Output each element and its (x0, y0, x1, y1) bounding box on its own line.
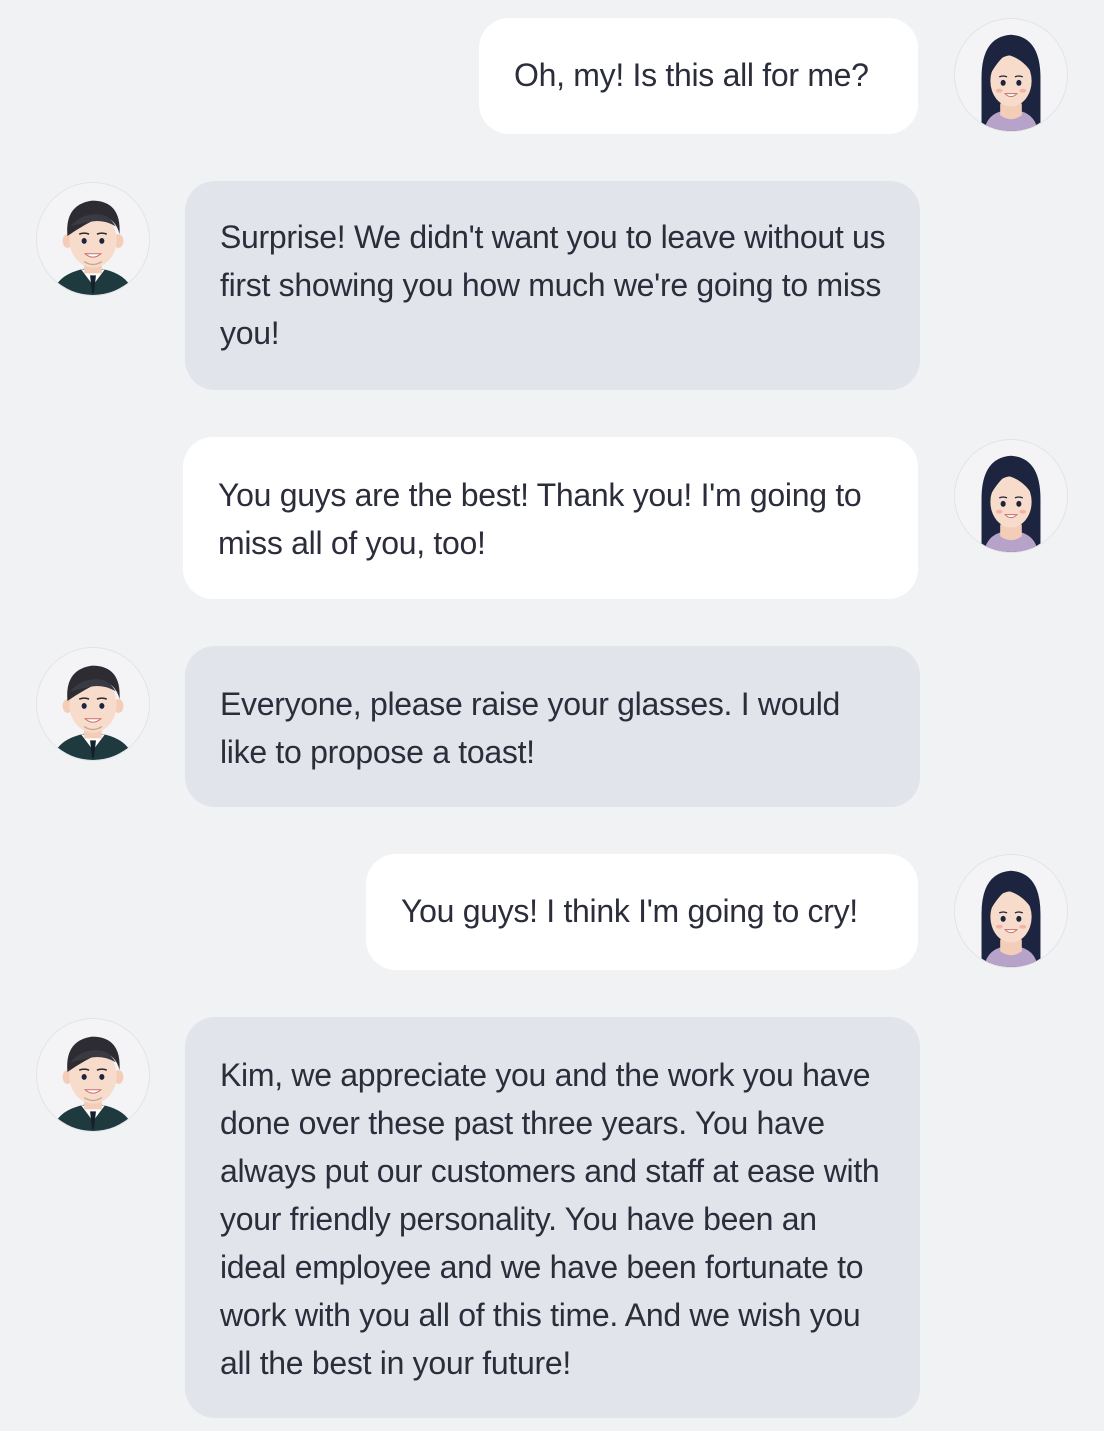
message-text: You guys are the best! Thank you! I'm go… (218, 477, 862, 561)
message-row: You guys! I think I'm going to cry! (0, 854, 1104, 970)
message-bubble-her: You guys! I think I'm going to cry! (366, 854, 918, 970)
message-text: Everyone, please raise your glasses. I w… (220, 686, 841, 770)
message-row: Everyone, please raise your glasses. I w… (0, 645, 1104, 807)
message-bubble-him: Surprise! We didn't want you to leave wi… (185, 181, 920, 390)
message-row: Surprise! We didn't want you to leave wi… (0, 180, 1104, 390)
message-bubble-her: You guys are the best! Thank you! I'm go… (183, 437, 918, 599)
message-row: You guys are the best! Thank you! I'm go… (0, 437, 1104, 599)
message-text: Kim, we appreciate you and the work you … (220, 1057, 880, 1381)
message-text: Surprise! We didn't want you to leave wi… (220, 219, 886, 351)
chat-conversation: Oh, my! Is this all for me? Surprise! We… (0, 0, 1104, 1431)
message-bubble-him: Kim, we appreciate you and the work you … (185, 1017, 920, 1418)
man-avatar-icon (36, 1018, 150, 1132)
message-row: Oh, my! Is this all for me? (0, 18, 1104, 134)
message-text: You guys! I think I'm going to cry! (401, 893, 858, 929)
woman-avatar-icon (954, 18, 1068, 132)
message-text: Oh, my! Is this all for me? (514, 57, 869, 93)
man-avatar-icon (36, 182, 150, 296)
message-bubble-her: Oh, my! Is this all for me? (479, 18, 918, 134)
message-bubble-him: Everyone, please raise your glasses. I w… (185, 646, 920, 807)
message-row: Kim, we appreciate you and the work you … (0, 1016, 1104, 1418)
man-avatar-icon (36, 647, 150, 761)
woman-avatar-icon (954, 439, 1068, 553)
woman-avatar-icon (954, 854, 1068, 968)
